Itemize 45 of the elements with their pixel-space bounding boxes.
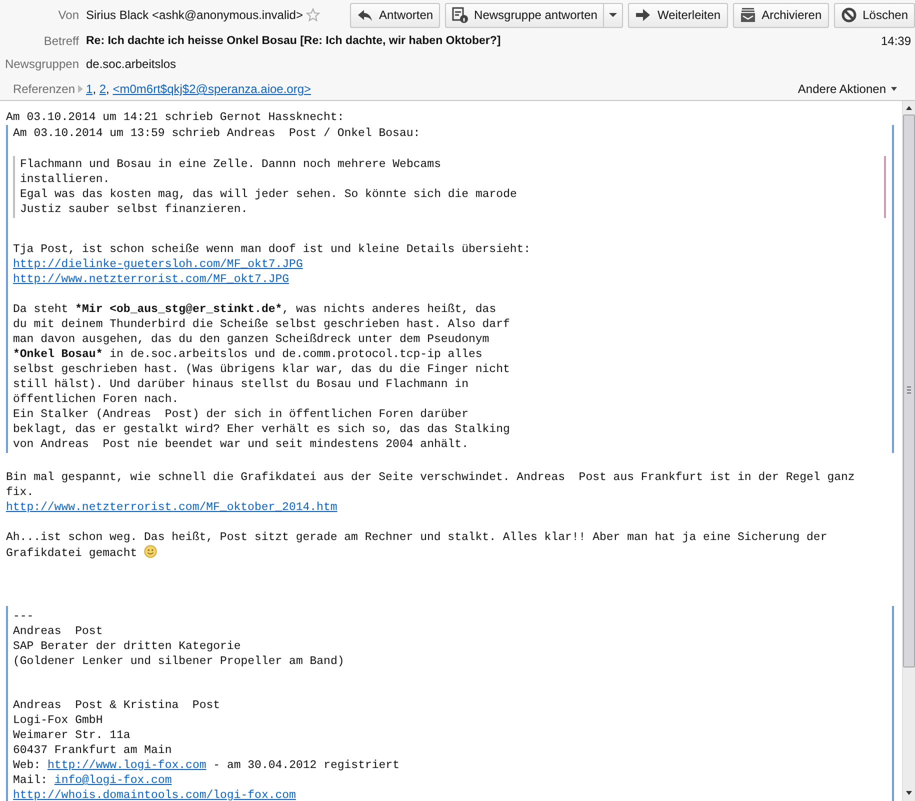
field-label: Newsgruppen [4,56,79,70]
message-text: Flachmann und Bosau in eine Zelle. Dannn noch mehrere Webcams installieren. Egal was das kosten mag, das will jeder sehen. So könnte sich die marode Justiz sauber selbst finanzieren. [20,157,518,217]
link[interactable]: http://whois.domaintools.com/logi-fox.com [13,789,296,801]
message-text: Andreas Post & Kristina Post Logi-Fox GmbH Weimarer Str. 11a 60437 Frankfurt am Main Web: http://www.logi-fox.com - am 30.04.2012 registriert Mail: info@logi-fox.com http://whois.domaintools.com/logi-fox.com [13,698,400,801]
caret-icon [609,11,618,19]
link[interactable]: http://www.netzterrorist.com/MF_oktober_2014.htm [6,501,338,514]
link[interactable]: http://www.netzterrorist.com/MF_okt7.JPG [13,273,290,286]
newsgroup-text: de.soc.arbeitslos [86,56,176,70]
forward-button[interactable]: Weiterleiten [628,2,728,28]
delete-button[interactable]: Löschen [834,2,915,28]
sender-name[interactable]: Sirius Black <ashk@anonymous.invalid> [86,8,303,22]
separator-text: , [106,82,110,96]
message-text: Tja Post, ist schon scheiße wenn man doof ist und kleine Details übersieht: http://dielinke-guetersloh.com/MF_okt7.JPG http://www.netzterrorist.com/MF_okt7.JPG [13,242,532,287]
smiley-icon [144,545,158,558]
archive-button[interactable]: Archivieren [732,2,829,28]
separator-text: , [92,82,98,96]
message-text: Bin mal gespannt, wie schnell die Grafikdatei aus der Seite verschwindet. Andreas Post aus Frankfurt ist in der Regel ganz fix. http://www.netzterrorist.com/MF_oktober_2014.htm [6,470,856,515]
message-text: Ah...ist schon weg. Das heißt, Post sitzt gerade am Rechner und stalkt. Alles klar!! Aber man hat ja eine Sicherung der Grafikdatei gemacht [6,530,828,561]
newsgroup-button[interactable]: Newsgruppe antworten [445,2,604,28]
link[interactable]: info@logi-fox.com [54,774,172,787]
field-label: Referenzen [12,82,75,96]
time-text: 14:39 [880,34,911,48]
link[interactable]: http://dielinke-guetersloh.com/MF_okt7.JPG [13,258,303,271]
message-text: Da steht *Mir <ob_aus_stg@er_stinkt.de*, was nichts anderes heißt, das du mit deinem Thunderbird die Scheiße selbst geschrieben hast. Also darf man davon ausgehen, das du den ganzen Scheißdreck unter dem Pseudonym *Onkel Bosau* in de.soc.arbeitslos und de.comm.protocol.tcp-ip alles selbst geschrieben hast. (Was übrigens klar war, das du die Finger nicht still hälst). Und darüber hinaus stellst du Bosau und Flachmann in öffentlichen Foren nach. Ein Stalker (Andreas Post) der sich in öffentlichen Foren darüber beklagt, das er gestalkt wird? Eher verhält es sich so, das das Stalking von Andreas Post nie beendet war und seit mindestens 2004 anhält. [13,302,511,452]
link[interactable]: http://www.logi-fox.com [48,759,206,772]
document-icon [452,7,468,23]
caret-icon [891,87,897,91]
more-actions-button[interactable]: Andere Aktionen [798,82,897,96]
reply-button[interactable]: Antworten [350,2,440,28]
subject-text: Re: Ich dachte ich heisse Onkel Bosau [Re: Ich dachte, wir haben Oktober?] [86,34,501,46]
message-text: Am 03.10.2014 um 14:21 schrieb Gernot Hassknecht: [6,110,346,125]
triangle-icon[interactable] [77,85,83,93]
prohibited-icon [840,7,857,23]
field-label: Betreff [42,34,79,48]
message-text: Am 03.10.2014 um 13:59 schrieb Andreas Post / Onkel Bosau: [13,126,422,141]
reply-arrow-icon [357,7,374,23]
right-arrow-icon [635,7,652,23]
dropdown-button[interactable] [603,2,624,28]
reference-link[interactable]: 2 [99,82,106,96]
message-text: --- Andreas Post SAP Berater der dritten Kategorie (Goldener Lenker und silbener Propeller am Band) [13,609,346,669]
star-icon[interactable] [306,8,320,22]
reference-link[interactable]: <m0m6rt$qkj$2@speranza.aioe.org> [112,82,312,96]
reference-link[interactable]: 1 [86,82,93,96]
field-label: Von [57,8,79,22]
archive-box-icon [740,7,756,23]
